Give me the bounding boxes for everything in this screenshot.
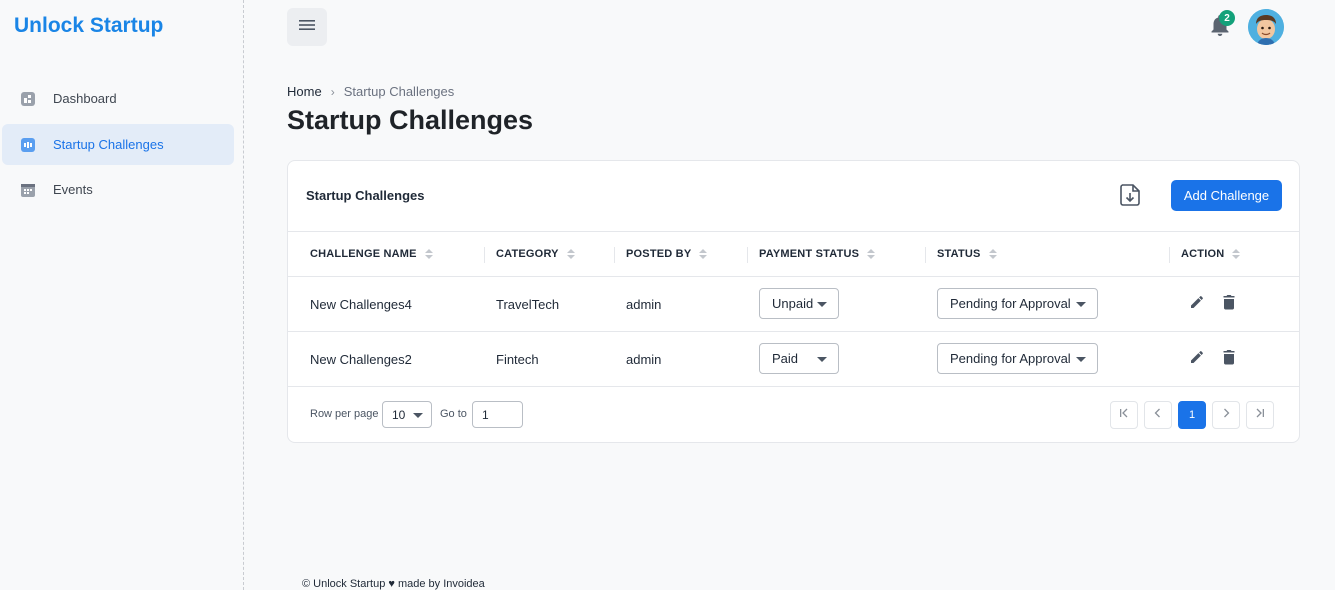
- edit-button[interactable]: [1188, 350, 1206, 368]
- table-header: CHALLENGE NAME CATEGORY POSTED BY PAYMEN…: [288, 231, 1299, 277]
- column-header-label: PAYMENT STATUS: [759, 248, 860, 260]
- chevron-left-icon: [1152, 406, 1164, 424]
- breadcrumb: Home › Startup Challenges: [287, 84, 454, 99]
- table-row: New Challenges2 Fintech admin Paid Pendi…: [288, 332, 1299, 387]
- payment-status-value: Paid: [772, 351, 799, 366]
- sidebar-item-dashboard[interactable]: Dashboard: [2, 78, 234, 119]
- sidebar-item-label: Dashboard: [53, 91, 117, 106]
- delete-button[interactable]: [1220, 294, 1238, 315]
- payment-status-select[interactable]: Unpaid: [759, 288, 839, 319]
- column-header-label: ACTION: [1181, 248, 1225, 260]
- sort-icon: [867, 249, 876, 259]
- column-header-label: CHALLENGE NAME: [310, 248, 417, 260]
- footer-copyright: © Unlock Startup ♥ made by Invoidea: [302, 578, 485, 590]
- column-header-category[interactable]: CATEGORY: [496, 232, 575, 276]
- previous-page-button[interactable]: [1144, 401, 1172, 429]
- goto-page-input[interactable]: [472, 401, 523, 428]
- notification-badge: 2: [1219, 10, 1235, 26]
- hamburger-icon: [298, 18, 316, 37]
- pencil-icon: [1189, 294, 1205, 315]
- sidebar-item-startup-challenges[interactable]: Startup Challenges: [2, 124, 234, 165]
- sort-icon: [699, 249, 708, 259]
- column-divider: [1169, 247, 1170, 263]
- chevron-right-icon: [1220, 406, 1232, 424]
- breadcrumb-separator: ›: [330, 84, 335, 99]
- posted-by-cell: admin: [626, 296, 662, 312]
- dashboard-icon: [20, 91, 36, 107]
- sidebar-item-events[interactable]: Events: [2, 169, 234, 210]
- rows-per-page-label: Row per page: [310, 408, 379, 420]
- menu-toggle-button[interactable]: [287, 8, 327, 46]
- payment-status-value: Unpaid: [772, 296, 814, 311]
- column-header-posted-by[interactable]: POSTED BY: [626, 232, 708, 276]
- payment-status-select[interactable]: Paid: [759, 343, 839, 374]
- edit-button[interactable]: [1188, 295, 1206, 313]
- last-page-button[interactable]: [1246, 401, 1274, 429]
- status-select[interactable]: Pending for Approval: [937, 288, 1098, 319]
- trash-icon: [1222, 349, 1236, 370]
- rows-per-page-value: 10: [392, 407, 406, 422]
- table-row: New Challenges4 TravelTech admin Unpaid …: [288, 277, 1299, 332]
- download-file-icon: [1117, 182, 1143, 213]
- delete-button[interactable]: [1220, 349, 1238, 370]
- column-header-payment-status[interactable]: PAYMENT STATUS: [759, 232, 876, 276]
- category-cell: Fintech: [496, 351, 539, 367]
- caret-down-icon: [1076, 302, 1086, 307]
- last-page-icon: [1254, 406, 1266, 424]
- page-button-current[interactable]: 1: [1178, 401, 1206, 429]
- column-header-status[interactable]: STATUS: [937, 232, 997, 276]
- sidebar-item-label: Startup Challenges: [53, 137, 164, 152]
- add-challenge-button[interactable]: Add Challenge: [1171, 180, 1282, 211]
- caret-down-icon: [817, 357, 827, 362]
- posted-by-cell: admin: [626, 351, 662, 367]
- rows-per-page-select[interactable]: 10: [382, 401, 432, 428]
- challenge-name-cell: New Challenges4: [310, 296, 412, 312]
- user-avatar[interactable]: [1248, 9, 1284, 45]
- column-divider: [484, 247, 485, 263]
- status-value: Pending for Approval: [950, 296, 1071, 311]
- first-page-button[interactable]: [1110, 401, 1138, 429]
- column-header-action[interactable]: ACTION: [1181, 232, 1241, 276]
- category-cell: TravelTech: [496, 296, 560, 312]
- page-title: Startup Challenges: [287, 105, 534, 135]
- breadcrumb-current: Startup Challenges: [343, 84, 455, 99]
- status-select[interactable]: Pending for Approval: [937, 343, 1098, 374]
- status-value: Pending for Approval: [950, 351, 1071, 366]
- first-page-icon: [1118, 406, 1130, 424]
- column-header-label: STATUS: [937, 248, 981, 260]
- sidebar-item-label: Events: [53, 182, 93, 197]
- column-header-label: POSTED BY: [626, 248, 692, 260]
- column-header-label: CATEGORY: [496, 248, 559, 260]
- sort-icon: [1232, 249, 1241, 259]
- column-divider: [747, 247, 748, 263]
- table-footer: Row per page 10 Go to 1: [288, 387, 1299, 443]
- sort-icon: [424, 249, 433, 259]
- breadcrumb-home-link[interactable]: Home: [287, 84, 322, 99]
- bell-icon: [1210, 15, 1230, 42]
- challenge-name-cell: New Challenges2: [310, 351, 412, 367]
- caret-down-icon: [1076, 357, 1086, 362]
- sidebar: Unlock Startup Dashboard Startup Challen…: [0, 0, 244, 590]
- sort-icon: [566, 249, 575, 259]
- caret-down-icon: [413, 413, 423, 418]
- card-title: Startup Challenges: [306, 188, 425, 203]
- sort-icon: [988, 249, 997, 259]
- challenges-card: Startup Challenges Add Challenge CHALLEN…: [287, 160, 1300, 443]
- column-divider: [614, 247, 615, 263]
- pencil-icon: [1189, 349, 1205, 370]
- caret-down-icon: [817, 302, 827, 307]
- export-button[interactable]: [1117, 182, 1143, 213]
- calendar-icon: [20, 182, 36, 198]
- goto-label: Go to: [440, 408, 467, 420]
- challenges-icon: [20, 137, 36, 153]
- brand-logo[interactable]: Unlock Startup: [14, 14, 163, 38]
- column-header-challenge-name[interactable]: CHALLENGE NAME: [310, 232, 433, 276]
- column-divider: [925, 247, 926, 263]
- next-page-button[interactable]: [1212, 401, 1240, 429]
- trash-icon: [1222, 294, 1236, 315]
